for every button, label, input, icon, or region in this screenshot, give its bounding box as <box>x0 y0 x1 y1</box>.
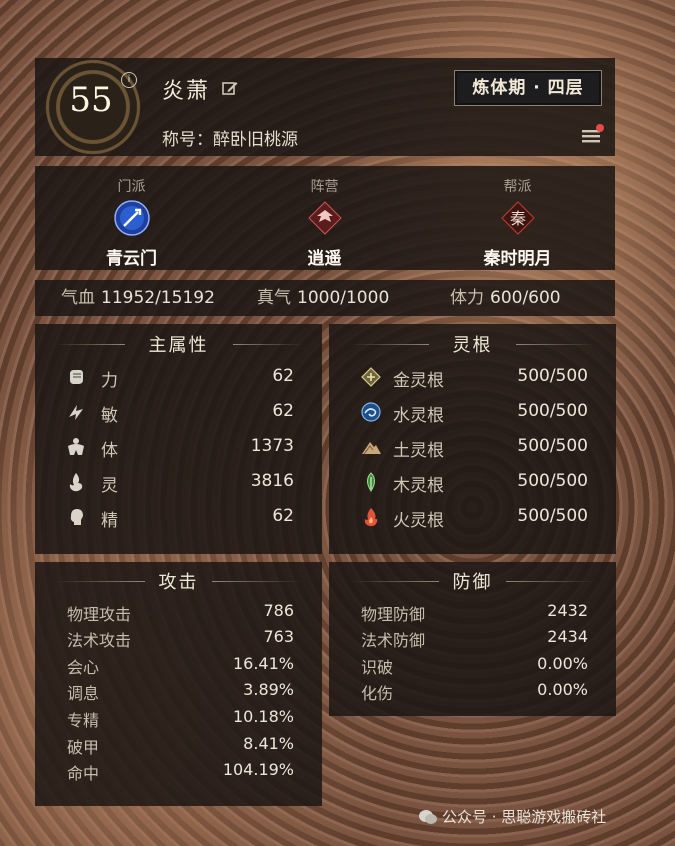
attr-label: 灵 <box>101 476 118 496</box>
water-icon <box>361 402 381 422</box>
root-value: 500/500 <box>517 401 588 421</box>
attack-title: 攻击 <box>158 572 199 593</box>
stat-value: 0.00% <box>537 654 588 673</box>
attr-label: 精 <box>101 511 118 531</box>
wings-emblem-icon <box>307 201 342 235</box>
spirit-flame-icon <box>69 473 83 492</box>
stat-label: 调息 <box>67 684 100 703</box>
vital-qi-value: 1000/1000 <box>297 288 390 308</box>
stat-value: 2434 <box>547 627 588 646</box>
stat-value: 10.18% <box>232 707 294 726</box>
watermark: 公众号 · 思聪游戏搬砖社 <box>418 806 606 827</box>
stat-value: 0.00% <box>537 680 588 699</box>
stat-label: 破甲 <box>67 738 100 757</box>
camp-name: 逍遥 <box>307 249 342 269</box>
attack-panel: 攻击 物理攻击 786 法术攻击 763 会心 16.41% 调息 3.89% 专精 10… <box>35 562 322 806</box>
guild-label: 帮派 <box>503 179 532 195</box>
stat-value: 763 <box>263 627 294 646</box>
stat-label: 法术防御 <box>361 631 426 650</box>
edit-icon[interactable] <box>222 80 238 96</box>
title-value: 醉卧旧桃源 <box>213 130 298 150</box>
stat-label: 物理防御 <box>361 605 426 624</box>
root-value: 500/500 <box>517 436 588 456</box>
defense-panel: 防御 物理防御 2432 法术防御 2434 识破 0.00% 化伤 0.00% <box>329 562 616 716</box>
stat-label: 化伤 <box>361 684 394 703</box>
root-value: 500/500 <box>517 506 588 526</box>
root-value: 500/500 <box>517 366 588 386</box>
watermark-text: 公众号 · 思聪游戏搬砖社 <box>442 808 607 826</box>
sect-label: 门派 <box>117 179 146 195</box>
vitals-bar: 气血 11952/15192 真气 1000/1000 体力 600/600 <box>35 280 615 316</box>
swift-icon <box>69 405 83 420</box>
head-icon <box>70 509 83 525</box>
guild-emblem-text: 秦 <box>509 209 525 228</box>
info-icon[interactable]: i <box>121 72 137 88</box>
vital-stamina: 体力 600/600 <box>450 280 561 316</box>
stat-label: 命中 <box>67 764 100 783</box>
stat-label: 物理攻击 <box>67 605 132 624</box>
guild-column[interactable]: 帮派 秦 秦时明月 <box>421 166 614 269</box>
sect-column[interactable]: 门派 青云门 <box>35 166 228 269</box>
character-level: 55 <box>69 80 113 120</box>
camp-column[interactable]: 阵营 逍遥 <box>228 166 421 269</box>
root-label: 金灵根 <box>393 371 444 391</box>
stat-value: 786 <box>263 601 294 620</box>
spirit-roots-title: 灵根 <box>452 335 493 356</box>
stat-value: 8.41% <box>243 734 294 753</box>
stat-value: 3.89% <box>243 680 294 699</box>
attr-label: 敏 <box>101 406 118 426</box>
vital-qi-label: 真气 <box>257 288 291 308</box>
metal-icon <box>361 367 381 387</box>
vital-hp-label: 气血 <box>61 288 95 308</box>
primary-attributes-title: 主属性 <box>148 335 209 356</box>
attr-value: 3816 <box>250 471 294 491</box>
spirit-roots-panel: 灵根 金灵根 500/500 水灵根 500/500 土灵根 500/500 木… <box>329 324 616 554</box>
realm-badge: 炼体期 · 四层 <box>454 70 602 106</box>
affiliation-panel: 门派 青云门 阵营 逍遥 帮派 秦 秦时明月 <box>35 166 615 270</box>
fire-icon <box>364 508 378 527</box>
earth-icon <box>362 442 381 455</box>
vital-qi: 真气 1000/1000 <box>257 280 389 316</box>
vital-stamina-value: 600/600 <box>490 288 561 308</box>
character-title: 称号：醉卧旧桃源 <box>162 125 298 150</box>
attr-value: 62 <box>272 506 294 526</box>
camp-label: 阵营 <box>310 179 339 195</box>
stat-label: 识破 <box>361 658 394 677</box>
wood-icon <box>367 472 375 492</box>
root-value: 500/500 <box>517 471 588 491</box>
root-label: 火灵根 <box>393 511 444 531</box>
attr-value: 1373 <box>250 436 294 456</box>
stat-label: 专精 <box>67 711 100 730</box>
root-label: 土灵根 <box>393 441 444 461</box>
defense-title: 防御 <box>452 572 493 593</box>
attr-value: 62 <box>272 366 294 386</box>
attr-value: 62 <box>272 401 294 421</box>
fist-icon <box>70 370 83 384</box>
vital-hp: 气血 11952/15192 <box>61 280 215 316</box>
stat-label: 法术攻击 <box>67 631 132 650</box>
stat-label: 会心 <box>67 658 100 677</box>
stat-value: 2432 <box>547 601 588 620</box>
vital-stamina-label: 体力 <box>450 288 484 308</box>
stat-value: 104.19% <box>222 760 294 779</box>
wechat-icon <box>419 810 437 824</box>
attr-label: 力 <box>101 371 118 391</box>
character-name: 炎萧 <box>162 79 211 104</box>
root-label: 木灵根 <box>393 476 444 496</box>
root-label: 水灵根 <box>393 406 444 426</box>
attr-label: 体 <box>101 441 118 461</box>
vital-hp-value: 11952/15192 <box>101 288 215 308</box>
primary-attributes-panel: 主属性 力 62 敏 62 体 1373 灵 3816 精 62 <box>35 324 322 554</box>
spear-emblem-icon <box>113 200 150 236</box>
guild-name: 秦时明月 <box>483 249 552 269</box>
sect-name: 青云门 <box>106 249 157 269</box>
stat-value: 16.41% <box>232 654 294 673</box>
notification-dot <box>596 124 604 132</box>
guild-emblem-icon: 秦 <box>500 201 535 235</box>
body-icon <box>68 438 84 455</box>
title-label: 称号： <box>162 130 213 150</box>
